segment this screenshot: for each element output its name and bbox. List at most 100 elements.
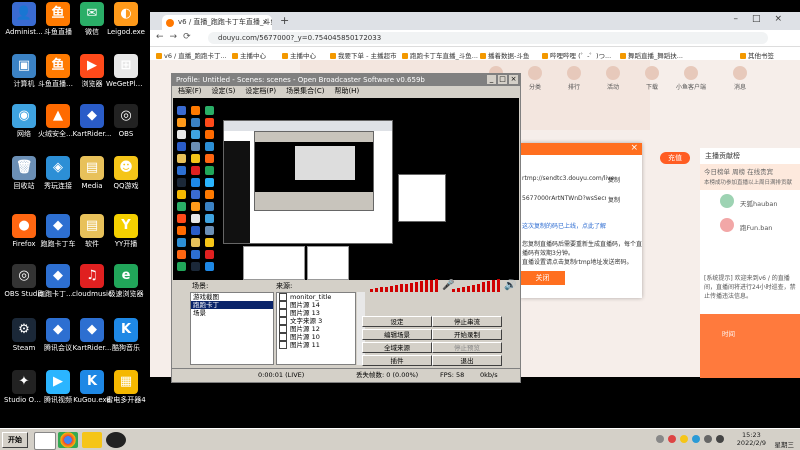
douyu-taskbar-icon[interactable] — [82, 432, 102, 448]
tray-icon[interactable] — [692, 435, 700, 443]
obs-menu-item[interactable]: 设定(S) — [212, 87, 236, 95]
nav-item[interactable]: 排行 — [554, 66, 594, 91]
clock[interactable]: 15:23 2022/2/9 — [737, 431, 766, 447]
settings-button[interactable]: 设定 — [362, 316, 432, 327]
source-item[interactable]: 文字来源 3 — [277, 317, 355, 325]
desktop-volume-meter[interactable] — [452, 278, 502, 292]
app-icon: ▶ — [80, 54, 104, 78]
scenes-list[interactable]: 游戏截图 跑跑卡丁 场景 — [190, 292, 274, 365]
desktop-icon[interactable]: ☻ QQ游戏 — [106, 156, 146, 190]
preview-mini-icon — [177, 262, 186, 271]
bookmark-item[interactable]: 其他书签 — [740, 50, 774, 60]
source-item[interactable]: 图片源 10 — [277, 333, 355, 341]
scene-item[interactable]: 游戏截图 — [191, 293, 273, 301]
obs-menu-item[interactable]: 档案(F) — [178, 87, 202, 95]
mic-volume-meter[interactable] — [370, 278, 440, 292]
studio-one-taskbar-icon[interactable] — [34, 432, 56, 450]
copy-key-button[interactable]: 复制 — [608, 195, 620, 204]
source-checkbox[interactable] — [279, 301, 287, 309]
sources-list[interactable]: monitor_title 图片源 14 图片源 13 文字来源 3 图片源 12 图片源… — [276, 292, 356, 365]
recharge-button[interactable]: 充值 — [660, 152, 690, 164]
source-checkbox[interactable] — [279, 341, 287, 349]
stop-stream-button[interactable]: 停止串流 — [432, 316, 502, 327]
app-icon: ▦ — [114, 370, 138, 394]
close-tab-icon[interactable]: × — [262, 15, 268, 30]
tray-icon[interactable] — [680, 435, 688, 443]
desktop-icon[interactable]: Y YY开播 — [106, 214, 146, 248]
desktop-icon[interactable]: ⊞ WeGetPlug... — [106, 54, 146, 88]
dialog-close-button[interactable]: 关闭 — [520, 271, 565, 285]
rank-user[interactable]: 天狐hauban — [700, 190, 800, 214]
start-button[interactable]: 开始 — [2, 432, 28, 448]
minimize-icon[interactable]: _ — [487, 75, 496, 84]
source-item[interactable]: 图片源 12 — [277, 325, 355, 333]
desktop-icon[interactable]: ◎ OBS — [106, 104, 146, 138]
bookmark-item[interactable]: 主播中心 — [232, 50, 266, 60]
scene-item[interactable]: 场景 — [191, 309, 273, 317]
source-item[interactable]: 图片源 13 — [277, 309, 355, 317]
obs-menu-item[interactable]: 帮助(H) — [334, 87, 359, 95]
nav-item[interactable]: 活动 — [593, 66, 633, 91]
volume-icon[interactable] — [716, 435, 724, 443]
app-icon: ● — [12, 214, 36, 238]
scene-item[interactable]: 跑跑卡丁 — [191, 301, 273, 309]
source-item[interactable]: monitor_title — [277, 293, 355, 301]
obs-taskbar-icon[interactable] — [106, 432, 126, 448]
meter-bar — [385, 286, 388, 292]
mic-icon[interactable]: 🎤 — [442, 281, 454, 291]
tray-icon[interactable] — [656, 435, 664, 443]
bookmark-item[interactable]: 跑跑卡丁车直播_斗鱼... — [402, 50, 478, 60]
obs-menu-item[interactable]: 设定档(P) — [245, 87, 276, 95]
maximize-icon[interactable]: □ — [498, 75, 507, 84]
source-item[interactable]: 图片源 11 — [277, 341, 355, 349]
chrome-taskbar-icon[interactable] — [58, 432, 78, 448]
exit-button[interactable]: 退出 — [432, 355, 502, 366]
preview-mini-icon — [177, 130, 186, 139]
new-tab-icon[interactable]: + — [280, 14, 289, 27]
browser-tab[interactable]: v6 / 直播_跑跑卡丁车直播_斗鱼直播 × — [162, 15, 272, 30]
stop-preview-button[interactable]: 停止预览 — [432, 342, 502, 353]
nav-item[interactable]: 小鱼客户端 — [671, 66, 711, 91]
nav-item-label: 下载 — [645, 84, 658, 91]
source-checkbox[interactable] — [279, 333, 287, 341]
rank-user[interactable]: 跑Fun.ban — [700, 214, 800, 238]
source-checkbox[interactable] — [279, 325, 287, 333]
source-checkbox[interactable] — [279, 317, 287, 325]
bookmark-item[interactable]: 播着数据-斗鱼 — [480, 50, 529, 60]
desktop-icon[interactable]: e 极速浏览器 — [106, 264, 146, 298]
bookmark-item[interactable]: 我要下单 - 主播超市 — [330, 50, 396, 60]
bookmark-item[interactable]: v6 / 直播_跑跑卡丁... — [156, 50, 227, 60]
copy-url-button[interactable]: 复制 — [608, 175, 620, 184]
plugins-button[interactable]: 插件 — [362, 355, 432, 366]
bookmark-item[interactable]: 舞蹈直播_舞蹈扶... — [620, 50, 683, 60]
desktop-icon[interactable]: ▦ 雷电多开器4 — [106, 370, 146, 404]
side-panel-tabs[interactable]: 今日榜单 周榜 在线贵宾 本榜成功参加直播以上周日满排贡献 — [700, 164, 800, 190]
nav-item[interactable]: 消息 — [720, 66, 760, 91]
edit-scene-button[interactable]: 编辑场景 — [362, 329, 432, 340]
dialog-link[interactable]: 这次复制的码已上线，点此了解 — [522, 221, 606, 230]
nav-item[interactable]: 下载 — [632, 66, 672, 91]
close-icon[interactable]: × — [630, 143, 638, 153]
url-input[interactable]: douyu.com/5677000?_y=0.754045850172033 — [208, 32, 768, 44]
nav-buttons[interactable]: ←→⟳ — [156, 32, 197, 42]
obs-menu-item[interactable]: 场景集合(C) — [286, 87, 324, 95]
close-icon[interactable]: × — [509, 75, 518, 84]
source-checkbox[interactable] — [279, 293, 287, 301]
source-checkbox[interactable] — [279, 309, 287, 317]
nav-item-label: 活动 — [606, 84, 619, 91]
bookmark-item[interactable]: 哔哩哔哩 (゜-゜)つ... — [542, 50, 611, 60]
window-controls[interactable]: –□× — [733, 14, 796, 24]
obs-controls: 场景: 来源: 游戏截图 跑跑卡丁 场景 monitor_title 图片源 14 图片… — [172, 278, 520, 368]
preview-nested-desktop — [223, 120, 393, 244]
promo-banner[interactable]: 时间 — [700, 314, 800, 378]
start-record-button[interactable]: 开始录制 — [432, 329, 502, 340]
nav-item[interactable]: 分类 — [515, 66, 555, 91]
source-item[interactable]: 图片源 14 — [277, 301, 355, 309]
speaker-icon[interactable]: 🔊 — [504, 281, 516, 291]
desktop-icon[interactable]: ◐ Leigod.exe — [106, 2, 146, 36]
global-sources-button[interactable]: 全域来源 — [362, 342, 432, 353]
desktop-icon[interactable]: K 酷狗音乐 — [106, 318, 146, 352]
bookmark-item[interactable]: 主播中心 — [282, 50, 316, 60]
tray-icon[interactable] — [668, 435, 676, 443]
network-icon[interactable] — [704, 435, 712, 443]
